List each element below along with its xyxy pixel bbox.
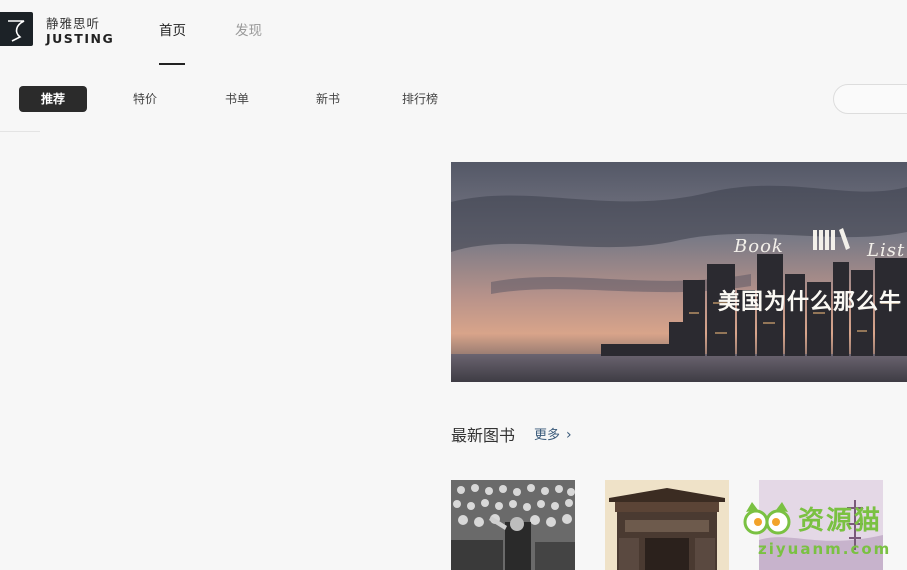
top-bar: 静雅思听 JUSTING 首页 发现: [0, 0, 907, 66]
category-bar: 推荐 特价 书单 新书 排行榜: [0, 86, 907, 112]
more-link[interactable]: 更多 ›: [534, 424, 572, 443]
more-link-label: 更多: [534, 428, 561, 443]
tab-discover[interactable]: 发现: [235, 19, 262, 39]
sidebar-divider: [0, 131, 40, 132]
active-tab-indicator: [159, 63, 185, 65]
category-booklist[interactable]: 书单: [207, 86, 267, 112]
watermark-url: ziyuanm.com: [758, 540, 892, 558]
tab-home[interactable]: 首页: [159, 19, 186, 39]
section-title-new-books: 最新图书: [451, 426, 516, 445]
chevron-right-icon: ›: [566, 427, 572, 443]
search-input[interactable]: [833, 84, 907, 114]
category-new-books[interactable]: 新书: [298, 86, 358, 112]
category-recommend[interactable]: 推荐: [19, 86, 87, 112]
brand-name-cn: 静雅思听: [46, 16, 101, 31]
category-special-price[interactable]: 特价: [115, 86, 175, 112]
watermark-title: 资源猫: [798, 506, 883, 536]
banner-carousel[interactable]: [451, 162, 907, 382]
banner-tag-list: List: [867, 240, 906, 261]
watermark-cat-icon: [743, 502, 791, 535]
banner-tag-book: Book: [734, 236, 784, 257]
banner-title: 美国为什么那么牛: [718, 289, 903, 315]
category-ranking[interactable]: 排行榜: [390, 86, 450, 112]
brand-logo-icon[interactable]: [0, 12, 33, 46]
brand-name-en: JUSTING: [46, 31, 115, 46]
book-cover[interactable]: [605, 480, 729, 570]
book-cover[interactable]: [451, 480, 575, 570]
